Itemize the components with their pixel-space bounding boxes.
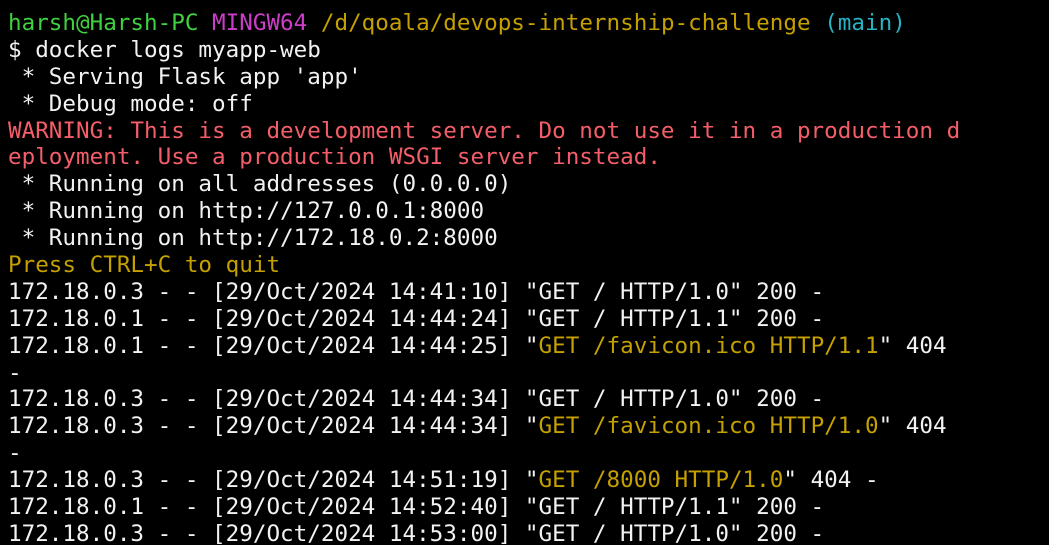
log-text-segment: $ docker logs myapp-web <box>8 36 321 63</box>
log-text-segment: 172.18.0.1 - - [29/Oct/2024 14:44:24] "G… <box>8 305 825 332</box>
log-text-segment: 172.18.0.1 - - [29/Oct/2024 14:44:25] " <box>8 332 539 359</box>
log-text-segment: * Serving Flask app 'app' <box>8 63 362 90</box>
log-line: 172.18.0.1 - - [29/Oct/2024 14:44:25] "G… <box>8 333 1049 360</box>
log-text-segment: /d/qoala/devops-internship-challenge <box>320 10 811 36</box>
log-line: - <box>8 360 1049 387</box>
log-line: Press CTRL+C to quit <box>8 252 1049 279</box>
log-text-segment <box>198 10 212 36</box>
log-line: 172.18.0.1 - - [29/Oct/2024 14:52:40] "G… <box>8 494 1049 521</box>
log-text-segment: GET /8000 HTTP/1.0 <box>538 467 784 494</box>
log-line: * Running on http://127.0.0.1:8000 <box>8 198 1049 225</box>
log-text-segment: * Running on all addresses (0.0.0.0) <box>8 171 512 198</box>
log-line: 172.18.0.1 - - [29/Oct/2024 14:44:24] "G… <box>8 306 1049 333</box>
log-text-segment: MINGW64 <box>212 10 308 36</box>
log-text-segment: * Running on http://127.0.0.1:8000 <box>8 198 485 225</box>
prompt-line: harsh@Harsh-PC MINGW64 /d/qoala/devops-i… <box>8 10 1049 37</box>
log-text-segment: Press CTRL+C to quit <box>8 252 281 279</box>
log-text-segment: * Running on http://172.18.0.2:8000 <box>8 225 498 252</box>
log-line: * Running on http://172.18.0.2:8000 <box>8 225 1049 252</box>
log-text-segment <box>307 10 321 36</box>
log-text-segment: 172.18.0.3 - - [29/Oct/2024 14:44:34] " <box>8 413 539 440</box>
log-text-segment: - <box>8 359 22 386</box>
log-text-segment: GET /favicon.ico HTTP/1.0 <box>538 413 879 440</box>
log-text-segment: WARNING: This is a development server. D… <box>8 117 961 144</box>
log-text-segment: eployment. Use a production WSGI server … <box>8 144 661 171</box>
log-text-segment: (main) <box>824 10 906 36</box>
log-line: WARNING: This is a development server. D… <box>8 118 1049 145</box>
log-text-segment: 172.18.0.3 - - [29/Oct/2024 14:53:00] "G… <box>8 520 825 545</box>
log-text-segment: 172.18.0.1 - - [29/Oct/2024 14:52:40] "G… <box>8 494 825 521</box>
log-line: * Debug mode: off <box>8 91 1049 118</box>
command-line: $ docker logs myapp-web <box>8 37 1049 64</box>
log-text-segment: - <box>8 440 22 467</box>
log-text-segment: * Debug mode: off <box>8 90 253 117</box>
log-line: eployment. Use a production WSGI server … <box>8 144 1049 171</box>
log-line: - <box>8 440 1049 467</box>
log-text-segment: GET /favicon.ico HTTP/1.1 <box>538 332 879 359</box>
log-text-segment: 172.18.0.3 - - [29/Oct/2024 14:51:19] " <box>8 467 539 494</box>
log-text-segment: 172.18.0.3 - - [29/Oct/2024 14:41:10] "G… <box>8 278 825 305</box>
log-text-segment: " 404 - <box>783 467 879 494</box>
log-line: 172.18.0.3 - - [29/Oct/2024 14:51:19] "G… <box>8 467 1049 494</box>
log-text-segment: " 404 <box>878 413 947 440</box>
log-line: 172.18.0.3 - - [29/Oct/2024 14:44:34] "G… <box>8 386 1049 413</box>
log-line: * Serving Flask app 'app' <box>8 64 1049 91</box>
log-line: * Running on all addresses (0.0.0.0) <box>8 171 1049 198</box>
log-line: 172.18.0.3 - - [29/Oct/2024 14:41:10] "G… <box>8 279 1049 306</box>
log-text-segment: 172.18.0.3 - - [29/Oct/2024 14:44:34] "G… <box>8 386 825 413</box>
log-text-segment <box>811 10 825 36</box>
log-line: 172.18.0.3 - - [29/Oct/2024 14:53:00] "G… <box>8 521 1049 545</box>
log-text-segment: harsh@Harsh-PC <box>8 10 199 36</box>
terminal-output[interactable]: harsh@Harsh-PC MINGW64 /d/qoala/devops-i… <box>0 0 1049 545</box>
log-line: 172.18.0.3 - - [29/Oct/2024 14:44:34] "G… <box>8 413 1049 440</box>
log-text-segment: " 404 <box>878 332 947 359</box>
